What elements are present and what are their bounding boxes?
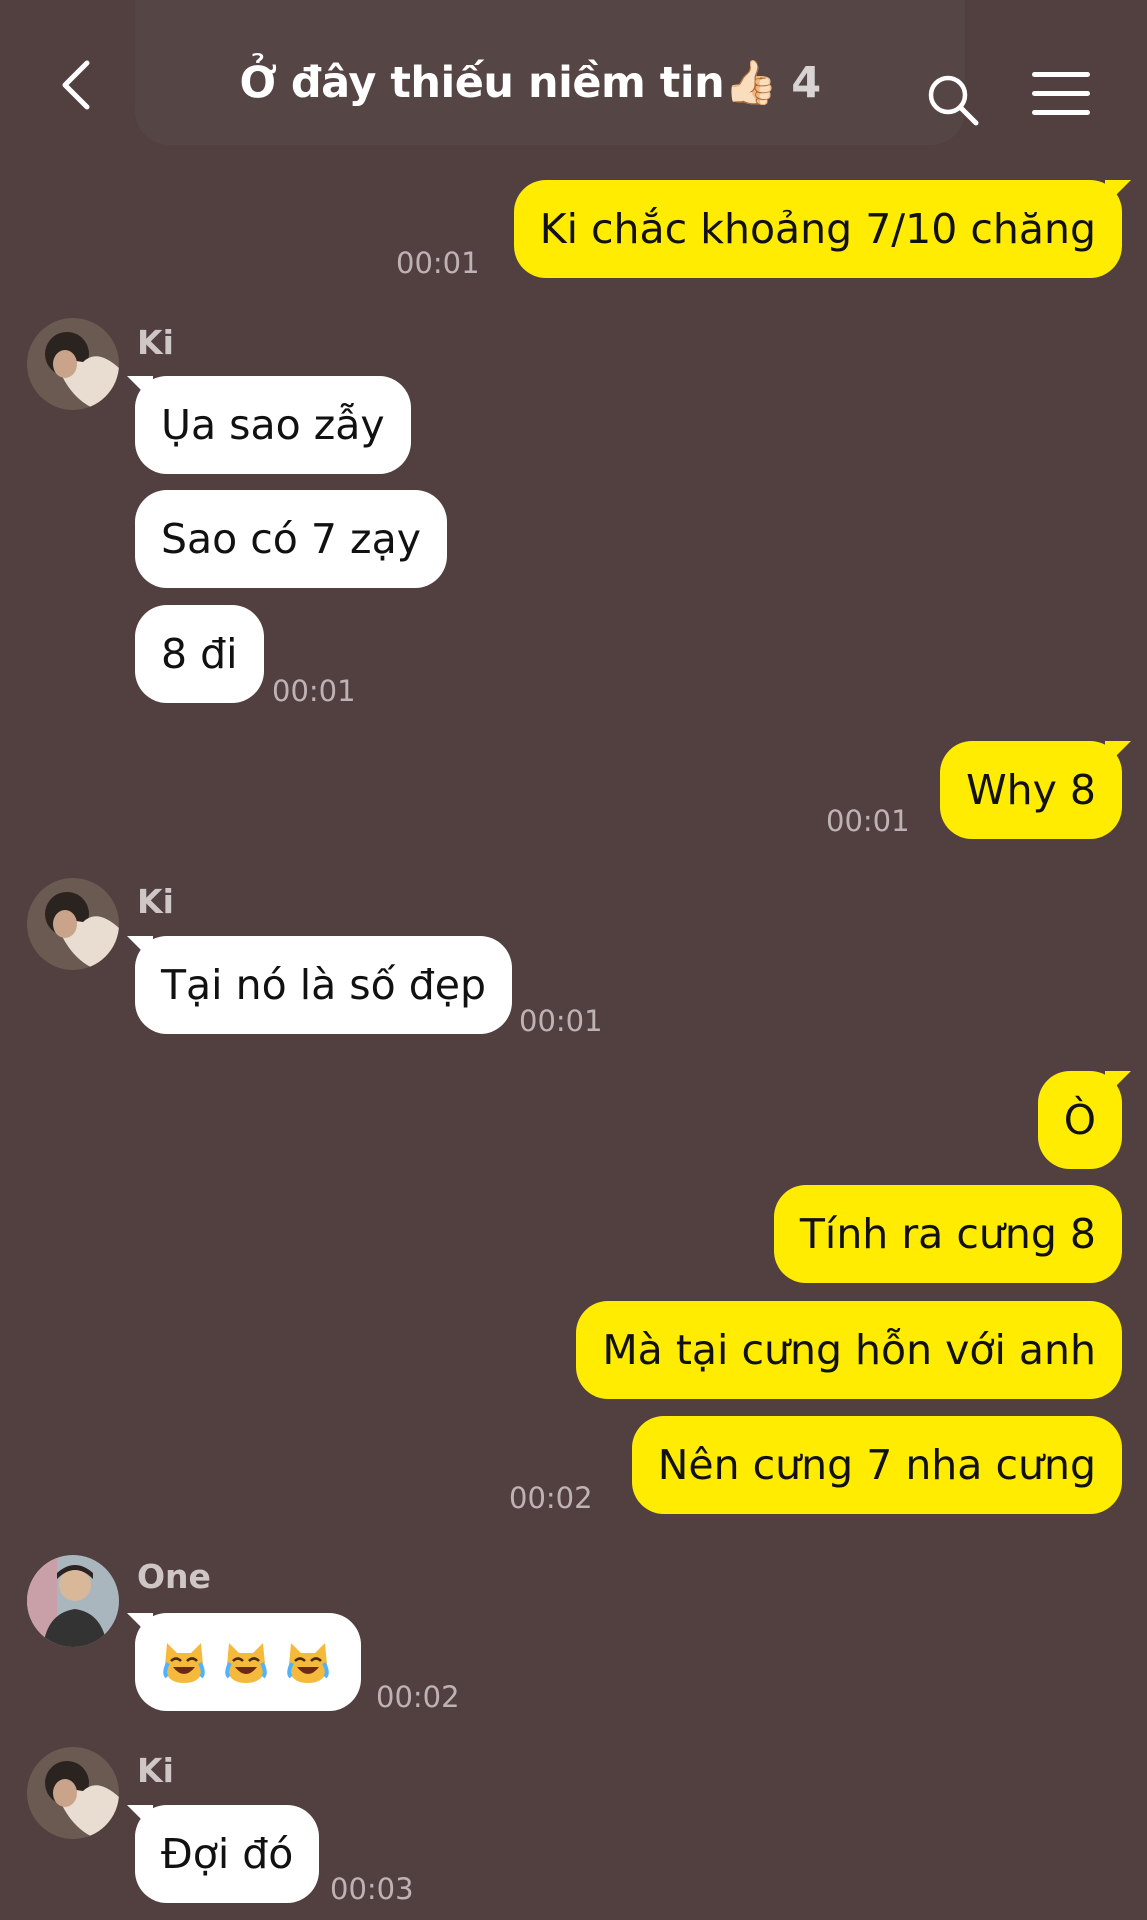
sender-name: Ki xyxy=(137,1751,174,1790)
avatar-image xyxy=(27,878,119,970)
menu-button[interactable] xyxy=(1032,72,1090,118)
outgoing-message[interactable]: Mà tại cưng hỗn với anh xyxy=(576,1301,1122,1399)
avatar[interactable] xyxy=(27,878,119,970)
search-icon xyxy=(928,75,979,126)
outgoing-message[interactable]: Ki chắc khoảng 7/10 chăng xyxy=(513,180,1122,278)
message-time: 00:03 xyxy=(330,1872,414,1906)
search-button[interactable] xyxy=(925,72,981,128)
avatar-image xyxy=(27,1747,119,1839)
member-count: 4 xyxy=(791,58,821,108)
chat-title-text: Ở đây thiếu niềm tin👍🏻 xyxy=(239,58,778,108)
chat-title[interactable]: Ở đây thiếu niềm tin👍🏻 4 xyxy=(180,58,880,108)
outgoing-message[interactable]: Why 8 xyxy=(940,741,1122,839)
avatar[interactable] xyxy=(27,318,119,410)
avatar[interactable] xyxy=(27,1747,119,1839)
avatar-image xyxy=(27,318,119,410)
message-time: 00:01 xyxy=(272,674,356,708)
cat-tears-of-joy-icon xyxy=(287,1643,329,1683)
cat-tears-of-joy-icon xyxy=(163,1643,205,1683)
sender-name: Ki xyxy=(137,882,174,921)
avatar[interactable] xyxy=(27,1555,119,1647)
message-time: 00:01 xyxy=(826,804,910,838)
incoming-message[interactable]: Đợi đó xyxy=(135,1805,320,1903)
chevron-left-icon xyxy=(62,60,90,110)
message-time: 00:01 xyxy=(519,1004,603,1038)
cat-tears-of-joy-icon xyxy=(225,1643,267,1683)
incoming-message[interactable]: Tại nó là số đẹp xyxy=(135,936,512,1034)
back-button[interactable] xyxy=(55,55,105,115)
message-time: 00:02 xyxy=(509,1481,593,1515)
message-time: 00:02 xyxy=(376,1680,460,1714)
avatar-image xyxy=(27,1555,119,1647)
chat-header: Ở đây thiếu niềm tin👍🏻 4 xyxy=(0,0,1147,160)
incoming-message[interactable]: 😹😹😹 xyxy=(135,1613,361,1711)
sender-name: One xyxy=(137,1557,211,1596)
outgoing-message[interactable]: Nên cưng 7 nha cưng xyxy=(631,1416,1122,1514)
chat-screen: Ở đây thiếu niềm tin👍🏻 4 00:01 Ki chắc kh… xyxy=(0,0,1147,1920)
incoming-message[interactable]: Ụa sao zẫy xyxy=(135,376,411,474)
message-time: 00:01 xyxy=(396,246,480,280)
outgoing-message[interactable]: Tính ra cưng 8 xyxy=(773,1185,1122,1283)
menu-icon xyxy=(1032,72,1090,115)
sender-name: Ki xyxy=(137,323,174,362)
incoming-message[interactable]: Sao có 7 zạy xyxy=(135,490,447,588)
incoming-message[interactable]: 8 đi xyxy=(135,605,264,703)
